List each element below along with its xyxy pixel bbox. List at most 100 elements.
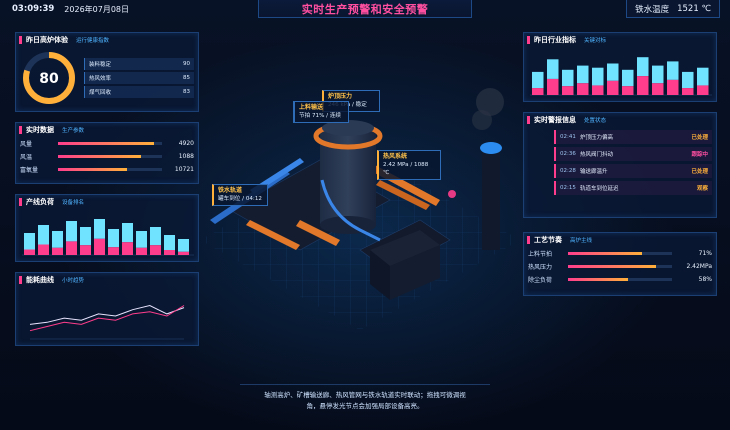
chimney-top bbox=[480, 142, 502, 154]
metric-track bbox=[568, 265, 672, 268]
callout-rail[interactable]: 铁水轨道 罐车到位 / 04:12 bbox=[212, 184, 268, 206]
header-accent bbox=[527, 36, 530, 44]
bar-cyan bbox=[532, 71, 544, 89]
health-item-label: 装料稳定 bbox=[89, 62, 112, 68]
callout-hot-air-value: 2.42 MPa / 1088 ℃ bbox=[383, 162, 429, 176]
furnace-bottom bbox=[320, 216, 376, 234]
metric-track bbox=[58, 142, 162, 145]
alarm-title: 实时警报信息 bbox=[534, 116, 576, 124]
realtime-panel: 实时数据 生产参数 风量 4920 风温 1088 富氧量 10721 bbox=[15, 122, 199, 184]
metric-label: 上料节拍 bbox=[528, 251, 553, 258]
metric-track bbox=[58, 155, 162, 158]
bar-cyan bbox=[652, 65, 664, 84]
metric-fill bbox=[568, 265, 657, 268]
bar-cyan bbox=[607, 63, 619, 81]
bar-pink bbox=[562, 86, 574, 95]
bar-cyan bbox=[682, 71, 694, 89]
metric-track bbox=[568, 252, 672, 255]
bar-pink bbox=[532, 88, 544, 95]
metric-value: 71% bbox=[698, 250, 712, 257]
process-title: 工艺节奏 bbox=[534, 236, 562, 244]
metric-track bbox=[568, 278, 672, 281]
process-panel: 工艺节奏 高炉主线 上料节拍 71% 热风压力 2.42MPa 除尘负荷 58% bbox=[523, 232, 717, 296]
callout-feed[interactable]: 上料输送 节拍 71% / 连续 bbox=[293, 101, 349, 123]
callout-hot-air-title: 热风系统 bbox=[383, 153, 408, 160]
health-gauge: 80 bbox=[23, 52, 75, 104]
metric-label: 除尘负荷 bbox=[528, 277, 553, 284]
alarm-status: 观察 bbox=[696, 186, 708, 192]
glow-node[interactable] bbox=[448, 190, 456, 198]
footer-hint: 轴测高炉、矿槽输送廊、热风管网与铁水轨道实时联动；拖拽可微调视 角，悬停发光节点… bbox=[240, 384, 490, 412]
metric-row: 风温 1088 bbox=[16, 150, 198, 163]
health-item: 煤气回收 83 bbox=[84, 86, 194, 98]
header-accent bbox=[527, 236, 530, 244]
metric-value: 58% bbox=[698, 276, 712, 283]
metric-track bbox=[58, 168, 162, 171]
metric-value: 4920 bbox=[178, 140, 194, 147]
industry-subtitle: 关键对标 bbox=[584, 38, 607, 44]
bar-cyan bbox=[547, 59, 559, 79]
realtime-title: 实时数据 bbox=[26, 126, 54, 134]
metric-label: 风温 bbox=[20, 154, 33, 161]
datetime: 03:09:39 2026年07月08日 bbox=[12, 0, 129, 18]
health-item-value: 85 bbox=[183, 75, 190, 81]
health-header: 昨日高炉体验 运行健康指数 bbox=[16, 33, 198, 47]
realtime-header: 实时数据 生产参数 bbox=[16, 123, 198, 137]
bar-pink bbox=[108, 247, 119, 255]
bar-pink bbox=[24, 249, 35, 255]
health-item-label: 煤气回收 bbox=[89, 90, 112, 96]
alarm-subtitle: 处置状态 bbox=[584, 118, 607, 124]
energy-header: 能耗曲线 小时趋势 bbox=[16, 273, 198, 287]
realtime-list: 风量 4920 风温 1088 富氧量 10721 bbox=[16, 137, 198, 176]
metric-row: 除尘负荷 58% bbox=[524, 273, 716, 286]
health-item: 装料稳定 90 bbox=[84, 58, 194, 70]
bar-pink bbox=[52, 247, 63, 255]
health-item-value: 83 bbox=[183, 89, 190, 95]
energy-line-chart bbox=[29, 304, 185, 340]
process-header: 工艺节奏 高炉主线 bbox=[524, 233, 716, 247]
bar-cyan bbox=[122, 223, 133, 243]
metric-value: 1088 bbox=[178, 153, 194, 160]
load-bar-chart bbox=[22, 219, 194, 256]
callout-top-pressure-title: 炉顶压力 bbox=[328, 93, 353, 100]
callout-hot-air[interactable]: 热风系统 2.42 MPa / 1088 ℃ bbox=[377, 150, 441, 180]
alarm-item[interactable]: 02:36 热风阀门抖动 跟踪中 bbox=[554, 147, 712, 161]
page-title: 实时生产预警和安全预警 bbox=[301, 2, 429, 16]
bar-pink bbox=[164, 250, 175, 255]
bar-pink bbox=[652, 83, 664, 95]
header-accent bbox=[19, 198, 22, 206]
load-subtitle: 设备排名 bbox=[62, 200, 85, 206]
bar-pink bbox=[697, 85, 709, 95]
alarm-message: 轨道车到位延迟 bbox=[580, 186, 619, 192]
metric-value: 10721 bbox=[174, 166, 194, 173]
bar-pink bbox=[577, 83, 589, 95]
bar-pink bbox=[136, 247, 147, 255]
metric-fill bbox=[58, 168, 127, 171]
bar-pink bbox=[667, 79, 679, 95]
metric-label: 风量 bbox=[20, 141, 33, 148]
smoke-2 bbox=[472, 110, 492, 130]
alarm-message: 输送廊温升 bbox=[580, 169, 608, 175]
industry-header: 昨日行业指标 关键对标 bbox=[524, 33, 716, 47]
bar-pink bbox=[682, 88, 694, 95]
alarm-item[interactable]: 02:15 轨道车到位延迟 观察 bbox=[554, 181, 712, 195]
load-panel: 产线负荷 设备排名 bbox=[15, 194, 199, 262]
footer-line-2: 角，悬停发光节点会加强局部设备高亮。 bbox=[306, 402, 424, 410]
alarm-item[interactable]: 02:41 炉顶压力偏高 已处理 bbox=[554, 130, 712, 144]
metric-row: 热风压力 2.42MPa bbox=[524, 260, 716, 273]
callout-feed-title: 上料输送 bbox=[299, 104, 324, 111]
iron-temp-readout: 铁水温度 1521 ℃ bbox=[626, 0, 720, 18]
energy-title: 能耗曲线 bbox=[26, 276, 54, 284]
bar-cyan bbox=[94, 219, 105, 239]
alarm-status: 已处理 bbox=[691, 169, 708, 175]
alarm-status: 已处理 bbox=[691, 135, 708, 141]
bar-cyan bbox=[667, 61, 679, 80]
industry-panel: 昨日行业指标 关键对标 bbox=[523, 32, 717, 102]
alarm-item[interactable]: 02:28 输送廊温升 已处理 bbox=[554, 164, 712, 178]
load-header: 产线负荷 设备排名 bbox=[16, 195, 198, 209]
metric-fill bbox=[568, 278, 629, 281]
energy-subtitle: 小时趋势 bbox=[62, 278, 85, 284]
alarm-message: 热风阀门抖动 bbox=[580, 152, 614, 158]
bar-pink bbox=[94, 238, 105, 255]
metric-row: 上料节拍 71% bbox=[524, 247, 716, 260]
